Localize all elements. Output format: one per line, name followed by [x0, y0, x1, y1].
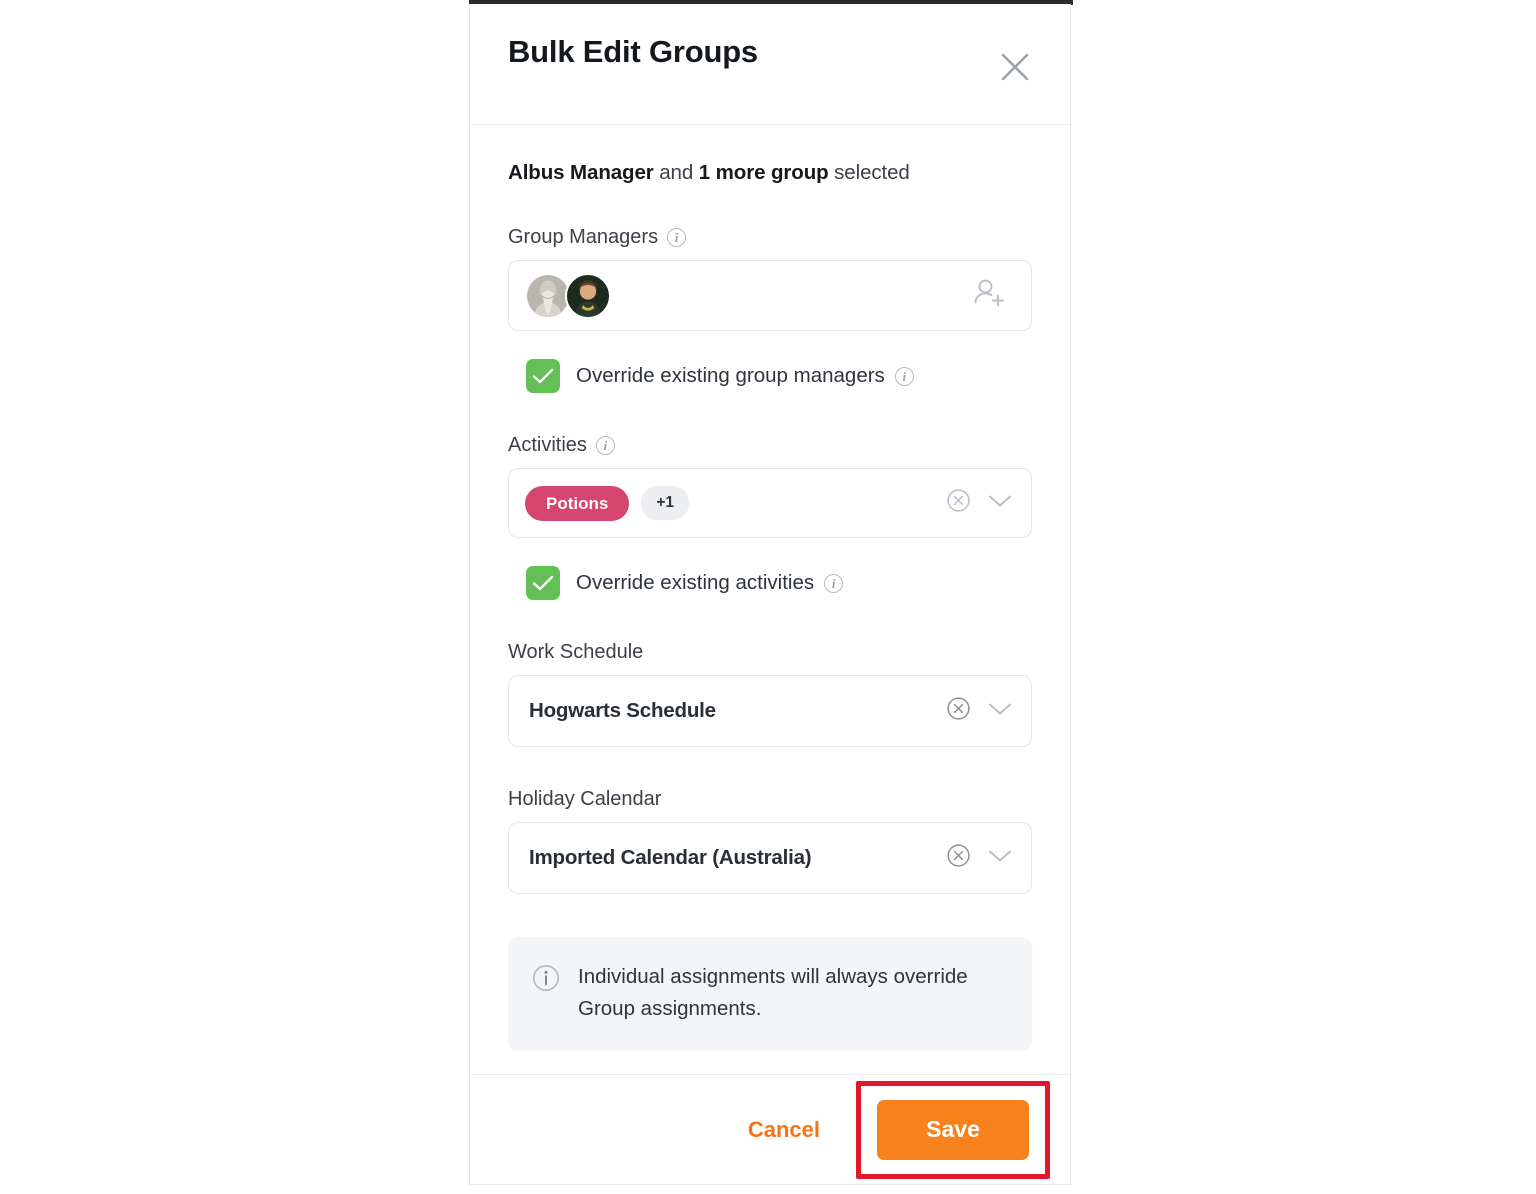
save-button[interactable]: Save	[877, 1099, 1029, 1160]
override-activities-row[interactable]: Override existing activities i	[508, 566, 1032, 600]
activities-actions	[946, 488, 1013, 518]
activities-label: Activities	[508, 434, 587, 456]
bulk-edit-groups-modal: Bulk Edit Groups Albus Manager and 1 mor…	[469, 4, 1071, 1185]
info-icon[interactable]: i	[894, 366, 914, 386]
info-banner: Individual assignments will always overr…	[508, 937, 1032, 1051]
selection-summary: Albus Manager and 1 more group selected	[508, 125, 1032, 185]
activity-chip[interactable]: Potions	[525, 485, 630, 521]
override-group-managers-label-row: Override existing group managers i	[576, 364, 914, 388]
group-managers-input[interactable]	[508, 260, 1032, 331]
activities-overflow-badge[interactable]: +1	[641, 486, 690, 520]
modal-footer: Cancel Save	[470, 1074, 1070, 1184]
minerva-mcgonagall-avatar[interactable]	[565, 272, 611, 319]
save-button-highlight: Save	[856, 1080, 1050, 1179]
chevron-down-icon[interactable]	[987, 848, 1013, 869]
clear-circle-icon[interactable]	[946, 488, 971, 518]
activities-select[interactable]: Potions +1	[508, 468, 1032, 538]
override-group-managers-row[interactable]: Override existing group managers i	[508, 359, 1032, 393]
override-group-managers-label: Override existing group managers	[576, 364, 885, 387]
holiday-calendar-select[interactable]: Imported Calendar (Australia)	[508, 822, 1032, 894]
holiday-calendar-actions	[946, 843, 1013, 873]
group-managers-field: Group Managers i Override existing group…	[508, 226, 1032, 393]
info-icon[interactable]: i	[667, 228, 687, 247]
modal-body: Albus Manager and 1 more group selected …	[470, 125, 1070, 1074]
cancel-button[interactable]: Cancel	[726, 1105, 842, 1155]
override-group-managers-checkbox[interactable]	[526, 359, 560, 393]
activities-field: Activities i Potions +1 Override existin…	[508, 434, 1032, 600]
work-schedule-label-row: Work Schedule	[508, 641, 1032, 664]
chevron-down-icon[interactable]	[987, 493, 1013, 514]
clear-circle-icon[interactable]	[946, 696, 971, 726]
override-activities-checkbox[interactable]	[526, 566, 560, 600]
work-schedule-actions	[946, 696, 1013, 726]
group-managers-label: Group Managers	[508, 226, 659, 248]
group-managers-label-row: Group Managers i	[508, 226, 1032, 249]
info-icon[interactable]: i	[595, 436, 615, 455]
page-title: Bulk Edit Groups	[508, 34, 758, 69]
chevron-down-icon[interactable]	[987, 701, 1013, 722]
selection-suffix: selected	[828, 161, 910, 184]
info-banner-text: Individual assignments will always overr…	[578, 965, 968, 1020]
work-schedule-select[interactable]: Hogwarts Schedule	[508, 675, 1032, 747]
person-add-icon[interactable]	[973, 277, 1007, 314]
modal-header: Bulk Edit Groups	[470, 4, 1070, 125]
group-managers-avatars	[525, 272, 611, 319]
activities-label-row: Activities i	[508, 434, 1032, 457]
override-activities-label-row: Override existing activities i	[576, 571, 844, 595]
work-schedule-field: Work Schedule Hogwarts Schedule	[508, 641, 1032, 747]
work-schedule-value: Hogwarts Schedule	[529, 699, 716, 722]
selected-group-name: Albus Manager	[508, 161, 654, 184]
close-icon[interactable]	[998, 50, 1032, 84]
holiday-calendar-label: Holiday Calendar	[508, 788, 662, 810]
holiday-calendar-label-row: Holiday Calendar	[508, 788, 1032, 811]
selection-more-groups: 1 more group	[698, 161, 829, 184]
holiday-calendar-value: Imported Calendar (Australia)	[529, 846, 812, 869]
work-schedule-label: Work Schedule	[508, 641, 644, 663]
info-icon[interactable]: i	[824, 573, 844, 593]
clear-circle-icon[interactable]	[946, 843, 971, 873]
holiday-calendar-field: Holiday Calendar Imported Calendar (Aust…	[508, 788, 1032, 894]
override-activities-label: Override existing activities	[576, 571, 815, 594]
selection-conjunction: and	[653, 161, 699, 184]
info-icon	[532, 964, 560, 997]
